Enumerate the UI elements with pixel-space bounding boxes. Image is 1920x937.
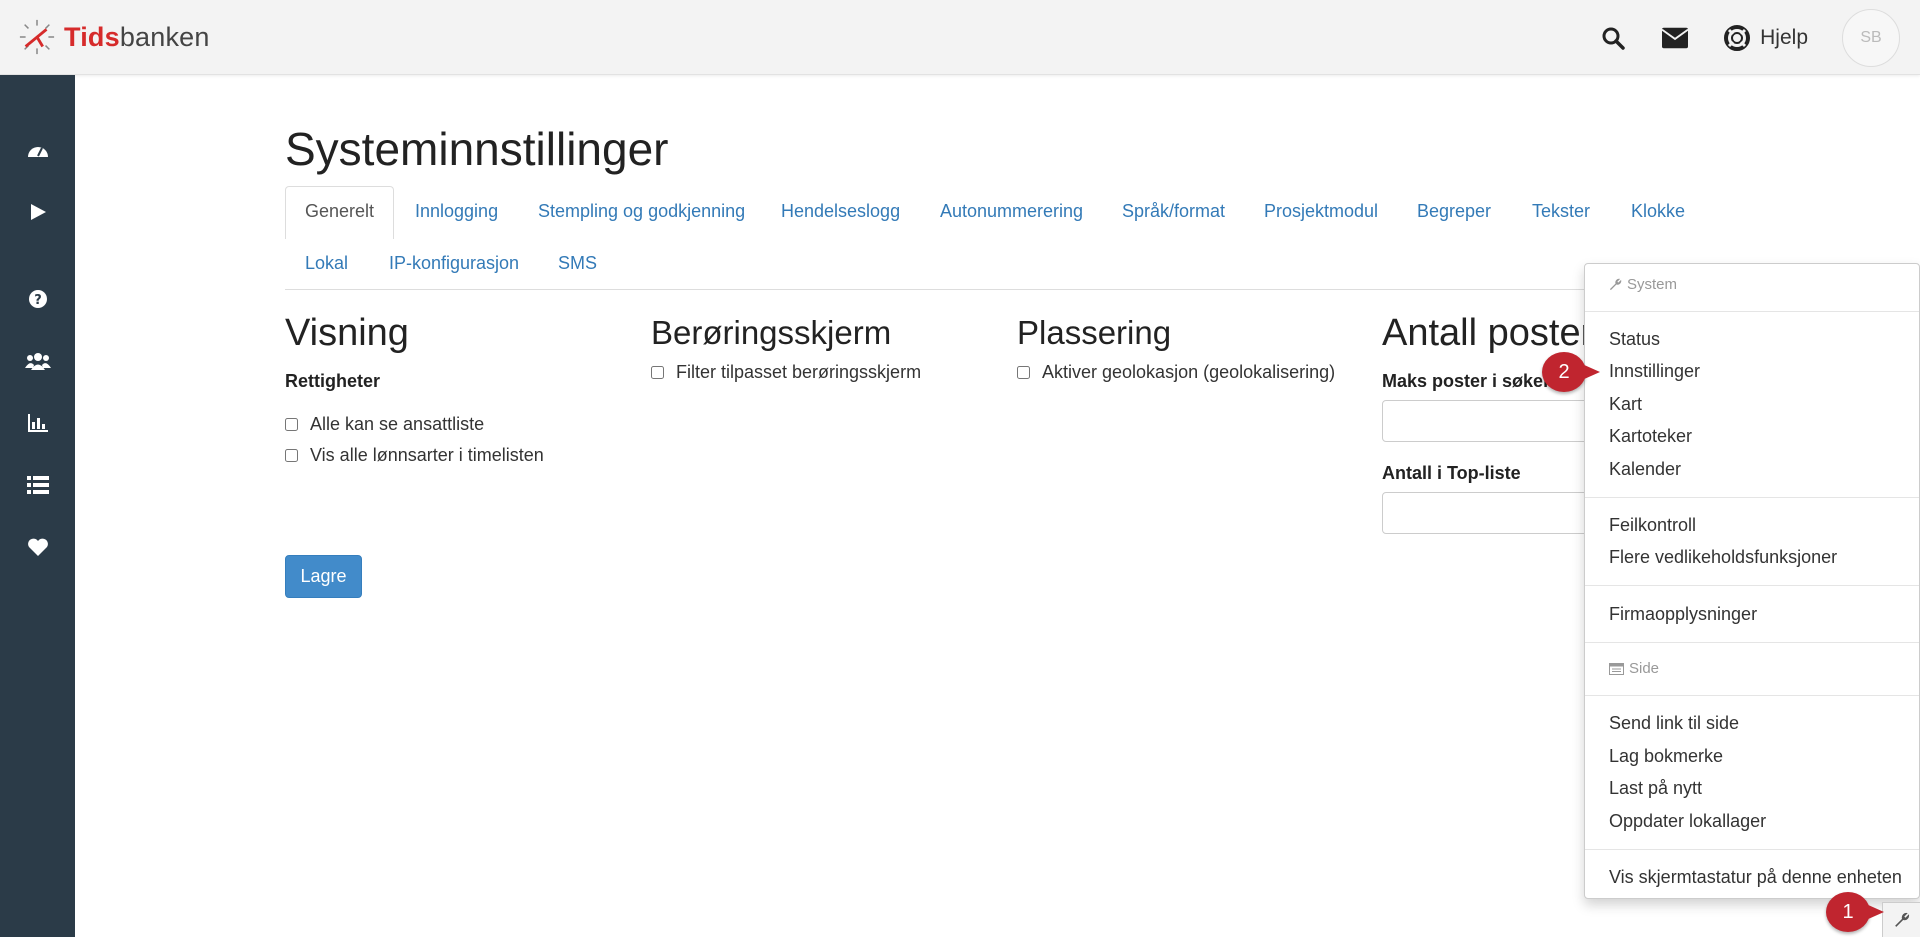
- menu-item-kalender[interactable]: Kalender: [1609, 459, 1681, 480]
- top-navbar: Tidsbanken Hjelp SB: [0, 0, 1920, 75]
- tab-klokke[interactable]: Klokke: [1631, 201, 1685, 222]
- top-liste-label: Antall i Top-liste: [1382, 463, 1521, 483]
- maks-poster-label: Maks poster i søkel: [1382, 371, 1549, 391]
- menu-item-send-link[interactable]: Send link til side: [1609, 713, 1739, 734]
- wrench-icon: [1894, 912, 1909, 927]
- tab-generelt[interactable]: Generelt: [285, 186, 395, 239]
- lifebuoy-icon: [1724, 24, 1751, 51]
- search-icon[interactable]: [1600, 25, 1626, 51]
- brand-name: Tidsbanken: [64, 22, 210, 53]
- checkbox-vis-lonnsarter[interactable]: Vis alle lønnsarter i timelisten: [285, 445, 544, 466]
- bar-chart-icon[interactable]: [0, 408, 75, 438]
- checkbox-alle-ansattliste-label: Alle kan se ansattliste: [310, 414, 485, 434]
- menu-divider: [1585, 311, 1919, 312]
- tab-lokal[interactable]: Lokal: [305, 253, 348, 274]
- list-icon[interactable]: [0, 470, 75, 500]
- menu-divider: [1585, 849, 1919, 850]
- menu-header-side-label: Side: [1629, 660, 1660, 677]
- dashboard-icon[interactable]: [0, 135, 75, 165]
- menu-item-feilkontroll[interactable]: Feilkontroll: [1609, 515, 1696, 536]
- tools-dropdown-menu: System Status Innstillinger Kart Kartote…: [1584, 263, 1920, 899]
- tab-ip-konfigurasjon[interactable]: IP-konfigurasjon: [389, 253, 519, 274]
- menu-divider: [1585, 642, 1919, 643]
- menu-item-firmaopplysninger[interactable]: Firmaopplysninger: [1609, 604, 1757, 625]
- menu-item-vedlikehold[interactable]: Flere vedlikeholdsfunksjoner: [1609, 547, 1837, 568]
- page-title: Systeminnstillinger: [285, 123, 669, 175]
- wrench-icon: [1609, 278, 1622, 291]
- question-icon[interactable]: ?: [0, 284, 75, 314]
- tab-begreper[interactable]: Begreper: [1417, 201, 1491, 222]
- checkbox-vis-lonnsarter-label: Vis alle lønnsarter i timelisten: [310, 445, 544, 465]
- avatar[interactable]: SB: [1842, 8, 1900, 67]
- tab-tekster[interactable]: Tekster: [1532, 201, 1590, 222]
- logo-mark-icon: [19, 19, 55, 55]
- tab-prosjektmodul[interactable]: Prosjektmodul: [1264, 201, 1378, 222]
- visning-heading: Visning: [285, 312, 409, 354]
- rettigheter-label: Rettigheter: [285, 371, 381, 391]
- checkbox-alle-ansattliste[interactable]: Alle kan se ansattliste: [285, 414, 484, 435]
- brand-logo[interactable]: Tidsbanken: [18, 18, 210, 56]
- step-badge-2: 2: [1542, 352, 1600, 392]
- menu-header-system-label: System: [1627, 276, 1678, 293]
- svg-text:?: ?: [34, 293, 42, 308]
- touch-heading: Berøringsskjerm: [651, 314, 892, 351]
- heart-icon[interactable]: [0, 532, 75, 562]
- menu-header-side: Side: [1609, 660, 1659, 677]
- tools-menu-button[interactable]: [1882, 902, 1920, 937]
- checkbox-alle-ansattliste-input[interactable]: [285, 418, 298, 431]
- sidebar: ?: [0, 75, 75, 937]
- step-badge-1: 1: [1826, 892, 1884, 932]
- header-actions: Hjelp SB: [1600, 0, 1920, 75]
- menu-item-kartoteker[interactable]: Kartoteker: [1609, 426, 1692, 447]
- envelope-icon[interactable]: [1662, 25, 1689, 51]
- checkbox-touch-filter-label: Filter tilpasset berøringsskjerm: [676, 362, 922, 382]
- tab-hendelseslogg[interactable]: Hendelseslogg: [781, 201, 900, 222]
- help-link[interactable]: Hjelp: [1724, 24, 1808, 51]
- checkbox-geolocation[interactable]: Aktiver geolokasjon (geolokalisering): [1017, 362, 1335, 383]
- help-label: Hjelp: [1760, 25, 1808, 49]
- tab-sms[interactable]: SMS: [558, 253, 597, 274]
- settings-tabs: Generelt Innlogging Stempling og godkjen…: [285, 186, 1700, 290]
- menu-item-innstillinger[interactable]: Innstillinger: [1609, 361, 1700, 382]
- users-icon[interactable]: [0, 346, 75, 376]
- menu-item-status[interactable]: Status: [1609, 329, 1660, 350]
- menu-divider: [1585, 585, 1919, 586]
- menu-item-oppdater-lokallager[interactable]: Oppdater lokallager: [1609, 811, 1766, 832]
- tab-innlogging[interactable]: Innlogging: [415, 201, 498, 222]
- menu-divider: [1585, 695, 1919, 696]
- menu-item-last-pa-nytt[interactable]: Last på nytt: [1609, 778, 1702, 799]
- checkbox-touch-filter-input[interactable]: [651, 366, 664, 379]
- menu-item-kart[interactable]: Kart: [1609, 394, 1642, 415]
- save-button[interactable]: Lagre: [285, 555, 362, 598]
- menu-divider: [1585, 497, 1919, 498]
- tab-stempling[interactable]: Stempling og godkjenning: [538, 201, 745, 222]
- tab-autonummerering[interactable]: Autonummerering: [940, 201, 1083, 222]
- tab-sprak-format[interactable]: Språk/format: [1122, 201, 1225, 222]
- menu-header-system: System: [1609, 276, 1677, 293]
- checkbox-touch-filter[interactable]: Filter tilpasset berøringsskjerm: [651, 362, 921, 383]
- window-icon: [1609, 662, 1624, 675]
- checkbox-geolocation-label: Aktiver geolokasjon (geolokalisering): [1042, 362, 1336, 382]
- checkbox-geolocation-input[interactable]: [1017, 366, 1030, 379]
- placement-heading: Plassering: [1017, 314, 1172, 351]
- menu-item-skjermtastatur[interactable]: Vis skjermtastatur på denne enheten: [1609, 867, 1902, 888]
- antall-heading: Antall poster: [1382, 312, 1594, 354]
- menu-item-bokmerke[interactable]: Lag bokmerke: [1609, 746, 1723, 767]
- brand-part2: banken: [119, 21, 210, 52]
- play-icon[interactable]: [0, 197, 75, 227]
- checkbox-vis-lonnsarter-input[interactable]: [285, 449, 298, 462]
- brand-part1: Tids: [64, 21, 120, 52]
